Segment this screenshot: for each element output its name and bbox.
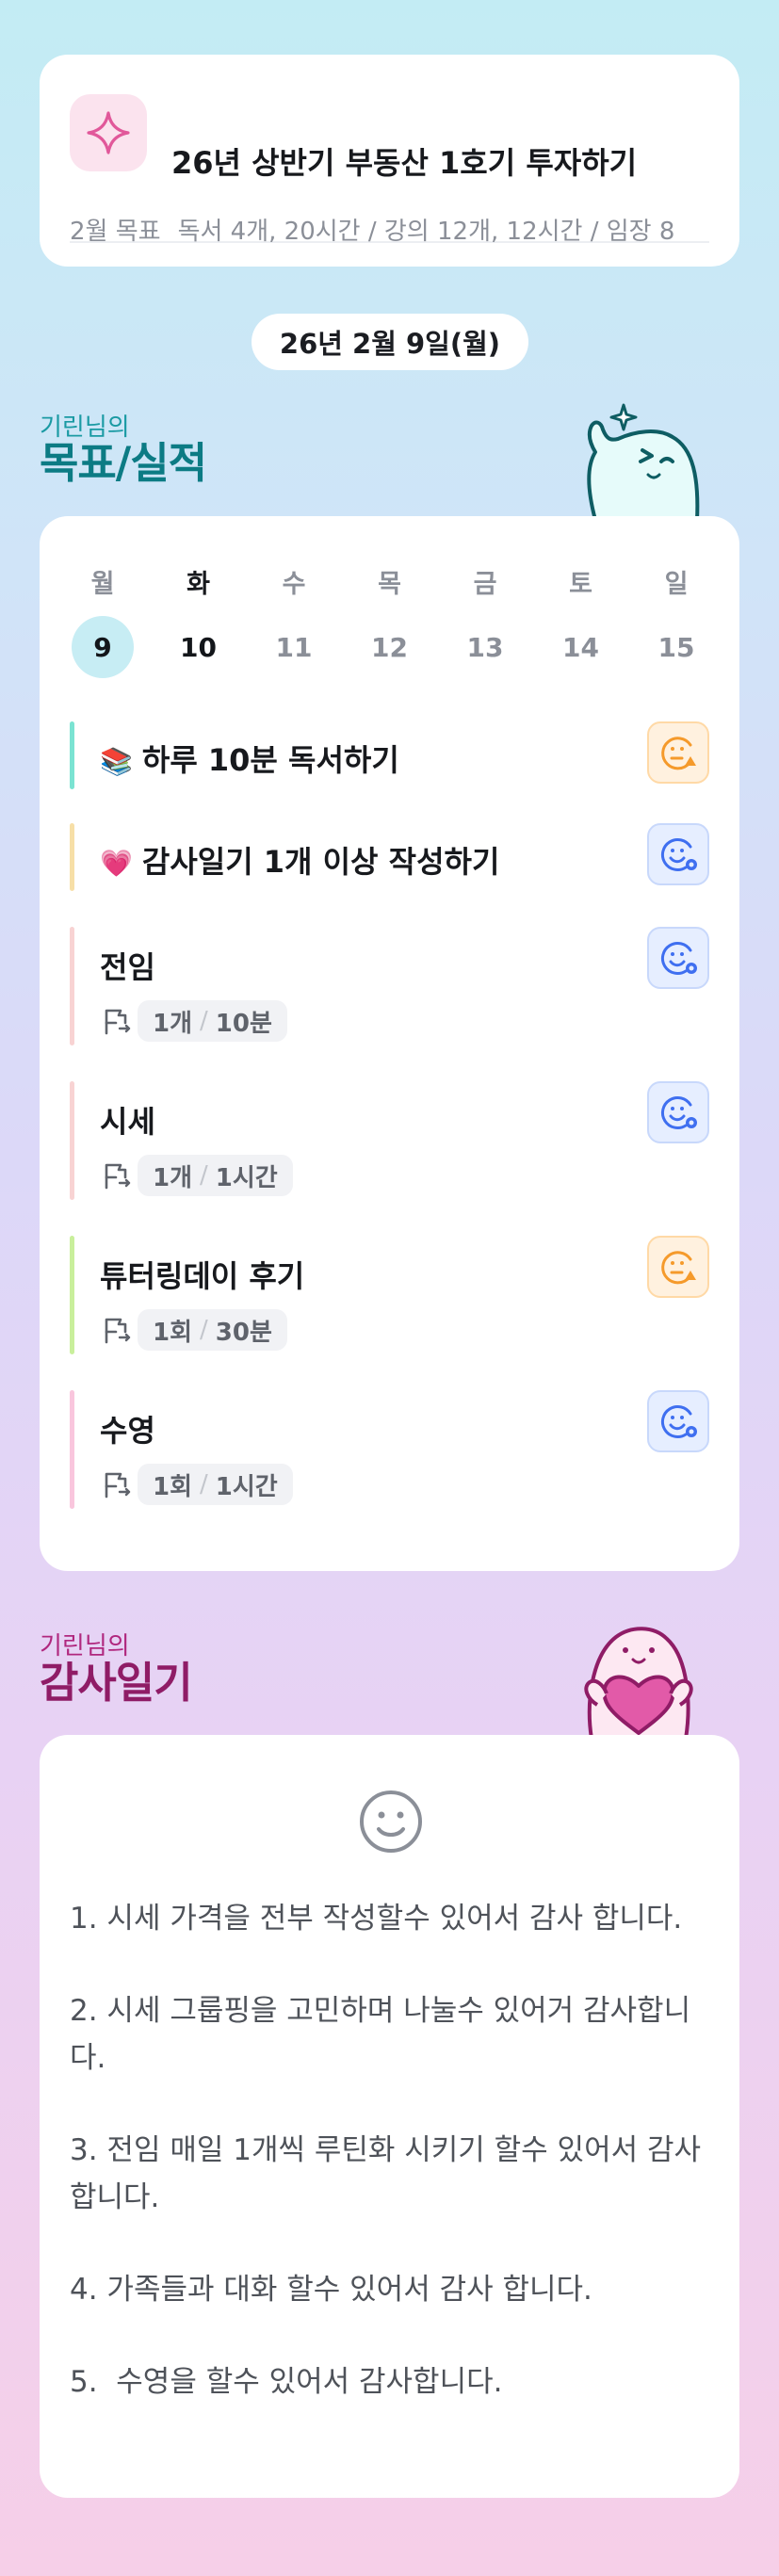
heart-icon: 💗 — [100, 848, 133, 879]
weekday-header: 월 화 수 목 금 토 일 — [70, 563, 709, 600]
goal-month-text: 독서 4개, 20시간 / 강의 12개, 12시간 / 임장 8 — [177, 218, 675, 246]
task-color-bar — [70, 721, 74, 789]
task-goal-meta: 1개/10분 — [100, 1000, 287, 1042]
task-item[interactable]: 수영 1회/1시간 — [70, 1390, 709, 1509]
target-time: 30분 — [215, 1318, 272, 1347]
task-name: 감사일기 1개 이상 작성하기 — [141, 844, 500, 880]
task-color-bar — [70, 1236, 74, 1354]
tasks-card: 월 화 수 목 금 토 일 9 10 11 12 13 14 15 📚 하루 10… — [40, 516, 739, 1571]
diary-entry-1: 1. 시세 가격을 전부 작성할수 있어서 감사 합니다. — [70, 1902, 683, 1936]
weekday-mon: 월 — [90, 570, 115, 599]
weekday-tue: 화 — [187, 570, 210, 599]
frown-warning-icon — [661, 737, 696, 770]
task-item[interactable]: 시세 1개/1시간 — [70, 1081, 709, 1200]
weekday-wed: 수 — [282, 570, 306, 599]
waving-mascot-icon — [587, 403, 700, 520]
status-info-button[interactable] — [647, 823, 709, 885]
task-color-bar — [70, 1081, 74, 1200]
day-9[interactable]: 9 — [72, 616, 134, 678]
task-item[interactable]: 💗 감사일기 1개 이상 작성하기 — [70, 823, 709, 891]
task-target-chip: 1회/1시간 — [138, 1464, 293, 1505]
task-goal-meta: 1회/1시간 — [100, 1464, 293, 1505]
task-target-chip: 1회/30분 — [138, 1309, 287, 1351]
smile-info-icon — [660, 1095, 697, 1129]
task-name-row: 💗 감사일기 1개 이상 작성하기 — [100, 838, 499, 882]
day-14[interactable]: 14 — [550, 616, 612, 678]
goal-card[interactable]: 26년 상반기 부동산 1호기 투자하기 2월 목표 독서 4개, 20시간 / … — [40, 55, 739, 267]
weekday-thu: 목 — [378, 570, 401, 599]
diary-entries: 1. 시세 가격을 전부 작성할수 있어서 감사 합니다. 2. 시세 그룹핑을… — [70, 1895, 702, 2451]
weekday-sun: 일 — [664, 570, 689, 599]
task-color-bar — [70, 823, 74, 891]
day-10[interactable]: 10 — [168, 616, 230, 678]
task-name: 전임 — [100, 949, 155, 985]
task-item[interactable]: 📚 하루 10분 독서하기 — [70, 721, 709, 789]
task-target-chip: 1개/10분 — [138, 1000, 287, 1042]
status-warning-button[interactable] — [647, 721, 709, 784]
task-item[interactable]: 튜터링데이 후기 1회/30분 — [70, 1236, 709, 1354]
diary-entry-5: 5. 수영을 할수 있어서 감사합니다. — [70, 2365, 503, 2399]
task-target-chip: 1개/1시간 — [138, 1155, 293, 1196]
flag-repeat-icon — [105, 1163, 131, 1190]
diary-card[interactable]: 1. 시세 가격을 전부 작성할수 있어서 감사 합니다. 2. 시세 그룹핑을… — [40, 1735, 739, 2498]
task-color-bar — [70, 1390, 74, 1509]
sparkle-icon — [70, 94, 147, 171]
weekday-sat: 토 — [569, 570, 592, 599]
tasks-section-title: 목표/실적 — [40, 438, 207, 488]
heart-mascot-icon — [584, 1627, 693, 1739]
day-15[interactable]: 15 — [645, 616, 707, 678]
status-info-button[interactable] — [647, 1390, 709, 1452]
flag-repeat-icon — [105, 1472, 131, 1499]
task-name: 시세 — [100, 1104, 155, 1140]
task-name: 수영 — [100, 1413, 155, 1449]
flag-repeat-icon — [105, 1009, 131, 1035]
smile-info-icon — [660, 941, 697, 975]
day-13[interactable]: 13 — [454, 616, 516, 678]
task-color-bar — [70, 927, 74, 1045]
flag-repeat-icon — [105, 1318, 131, 1344]
target-count: 1회 — [153, 1318, 193, 1347]
week-day-selector: 9 10 11 12 13 14 15 — [70, 616, 709, 678]
diary-entry-2: 2. 시세 그룹핑을 고민하며 나눌수 있어거 감사합니다. — [70, 1994, 691, 2075]
task-goal-meta: 1개/1시간 — [100, 1155, 293, 1196]
diary-entry-3: 3. 전임 매일 1개씩 루틴화 시키기 할수 있어서 감사 합니다. — [70, 2133, 702, 2214]
books-icon: 📚 — [100, 746, 133, 777]
target-time: 10분 — [215, 1009, 272, 1038]
status-info-button[interactable] — [647, 1081, 709, 1143]
diary-entry-4: 4. 가족들과 대화 할수 있어서 감사 합니다. — [70, 2273, 592, 2307]
goal-summary: 2월 목표 독서 4개, 20시간 / 강의 12개, 12시간 / 임장 8 — [70, 212, 710, 247]
target-time: 1시간 — [215, 1163, 278, 1192]
smile-info-icon — [660, 1404, 697, 1438]
frown-warning-icon — [661, 1251, 696, 1285]
status-warning-button[interactable] — [647, 1236, 709, 1298]
task-name: 튜터링데이 후기 — [100, 1258, 305, 1294]
target-count: 1개 — [153, 1163, 193, 1192]
target-time: 1시간 — [215, 1472, 278, 1501]
day-12[interactable]: 12 — [359, 616, 421, 678]
task-item[interactable]: 전임 1개/10분 — [70, 927, 709, 1045]
smile-icon — [360, 1790, 422, 1853]
date-selector[interactable]: 26년 2월 9일(월) — [252, 314, 528, 370]
status-info-button[interactable] — [647, 927, 709, 989]
target-count: 1회 — [153, 1472, 193, 1501]
weekday-fri: 금 — [473, 570, 497, 599]
goal-title: 26년 상반기 부동산 1호기 투자하기 — [171, 145, 638, 181]
diary-section-title: 감사일기 — [40, 1658, 193, 1708]
task-goal-meta: 1회/30분 — [100, 1309, 287, 1351]
task-name-row: 📚 하루 10분 독서하기 — [100, 737, 399, 780]
task-name: 하루 10분 독서하기 — [141, 742, 399, 778]
day-11[interactable]: 11 — [263, 616, 325, 678]
target-count: 1개 — [153, 1009, 193, 1038]
goal-month-label: 2월 목표 — [70, 218, 161, 246]
smile-info-icon — [660, 837, 697, 871]
